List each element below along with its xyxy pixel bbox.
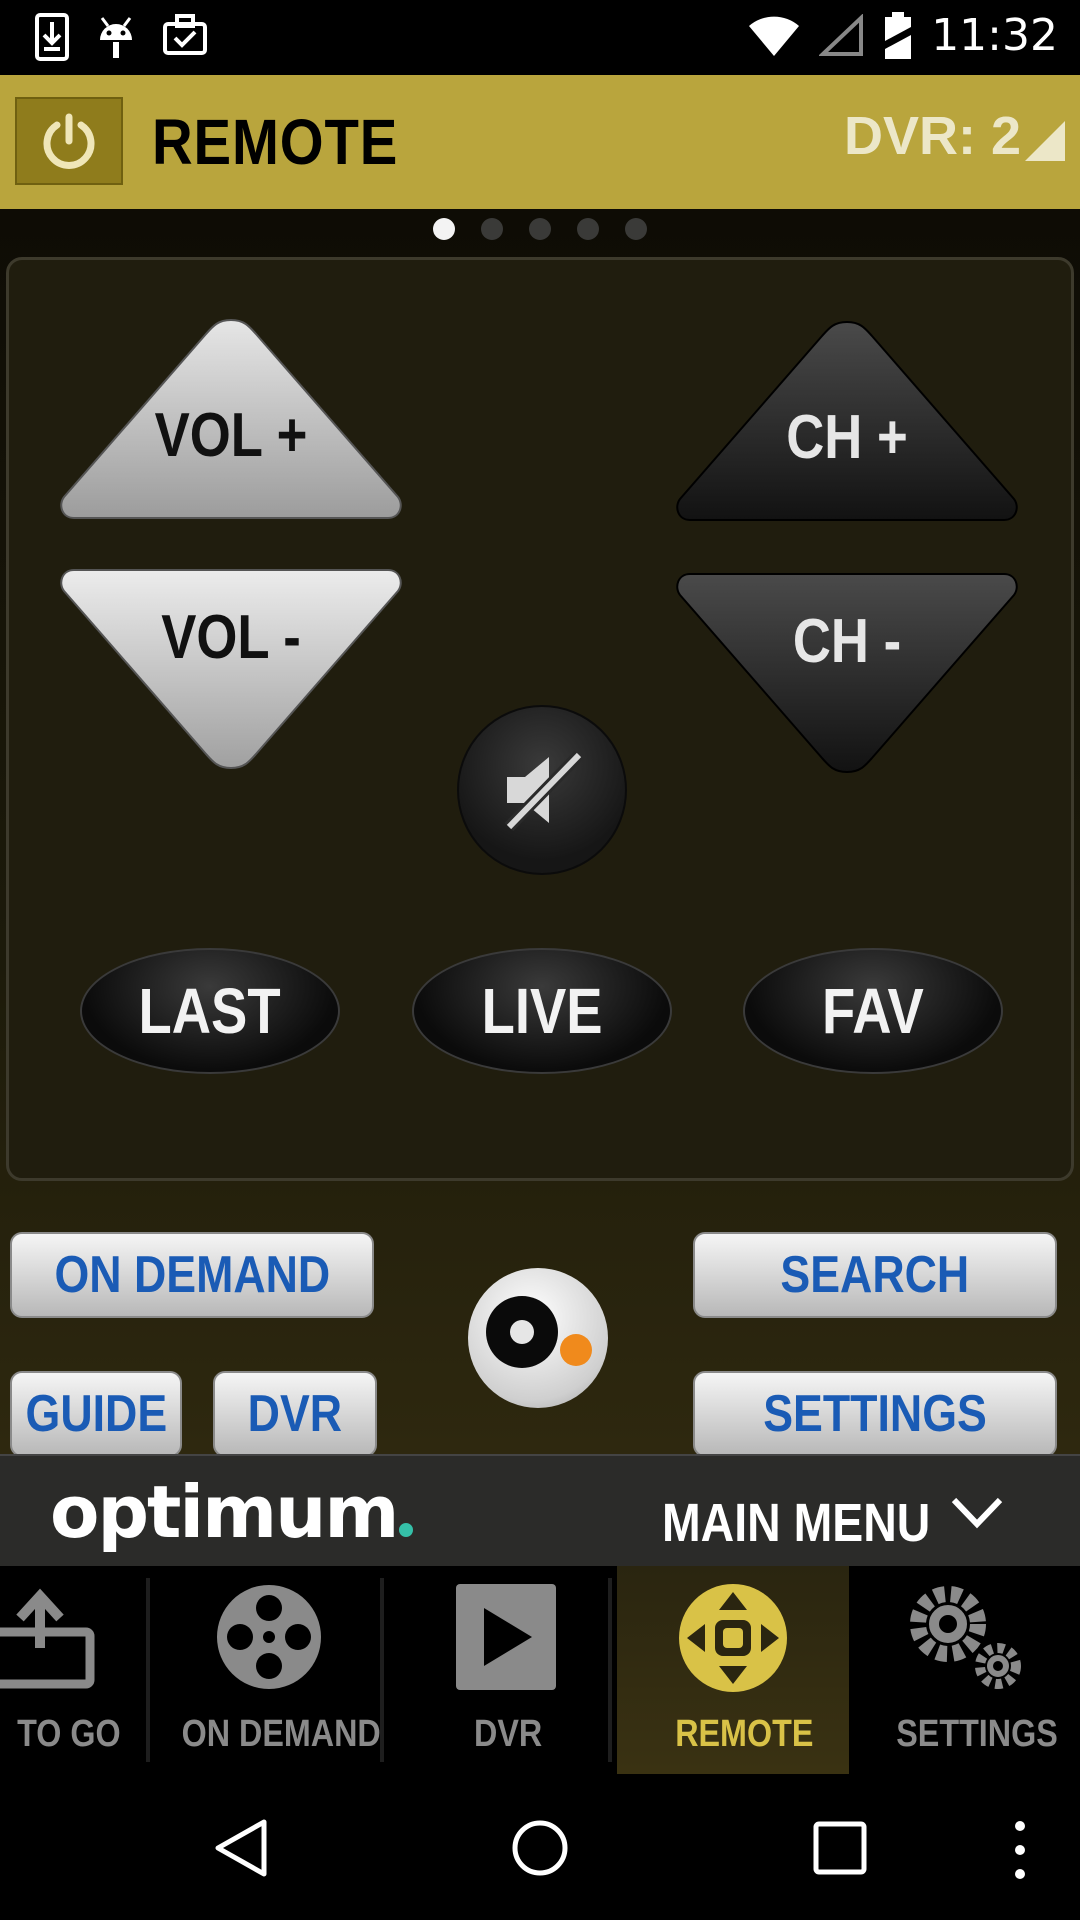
logo-orange-dot	[560, 1334, 592, 1366]
live-label: LIVE	[481, 975, 603, 1047]
dpad-icon	[679, 1584, 787, 1692]
volume-up-label: VOL +	[154, 401, 308, 470]
main-menu-toggle[interactable]: MAIN MENU	[662, 1492, 930, 1554]
channel-up-label: CH +	[786, 403, 908, 472]
page-dot[interactable]	[625, 218, 647, 240]
chevron-down-icon[interactable]	[950, 1492, 1004, 1532]
guide-label: GUIDE	[25, 1385, 167, 1443]
nav-label: DVR	[474, 1713, 543, 1755]
channel-down-label: CH -	[792, 607, 902, 676]
dvr-button[interactable]: DVR	[213, 1371, 377, 1457]
recents-icon[interactable]	[812, 1820, 868, 1876]
clipboard-check-icon	[163, 14, 207, 55]
settings-label: SETTINGS	[763, 1385, 987, 1443]
dropdown-corner-icon	[1025, 121, 1065, 161]
upload-tv-icon	[0, 1588, 95, 1689]
page-dot[interactable]	[529, 218, 551, 240]
last-button[interactable]: LAST	[80, 948, 340, 1074]
gears-icon	[910, 1586, 1021, 1689]
search-label: SEARCH	[780, 1246, 970, 1304]
nav-label: SETTINGS	[896, 1713, 1058, 1755]
system-nav-bar	[0, 1774, 1080, 1920]
nav-label: ON DEMAND	[181, 1713, 381, 1755]
nav-item-dvr[interactable]: DVR	[386, 1566, 608, 1774]
cell-signal-icon	[819, 13, 864, 56]
nav-item-remote[interactable]: REMOTE	[617, 1566, 849, 1774]
page-dot[interactable]	[433, 218, 455, 240]
download-icon	[35, 13, 69, 61]
channel-up-button[interactable]: CH +	[674, 314, 1020, 534]
dvr-selector-label: DVR: 2	[843, 106, 1021, 166]
fav-button[interactable]: FAV	[743, 948, 1003, 1074]
back-icon[interactable]	[212, 1818, 272, 1878]
dvr-label: DVR	[247, 1385, 343, 1443]
brand-dot	[399, 1523, 414, 1537]
nav-label: TO GO	[17, 1713, 121, 1755]
on-demand-button[interactable]: ON DEMAND	[10, 1232, 374, 1318]
dvr-selector[interactable]: DVR: 2	[844, 105, 1065, 167]
battery-icon	[885, 11, 912, 59]
last-label: LAST	[138, 975, 282, 1047]
volume-up-button[interactable]: VOL +	[58, 312, 404, 532]
page-dot[interactable]	[577, 218, 599, 240]
optimum-logo-button[interactable]	[468, 1268, 608, 1408]
logo-eye-icon	[486, 1296, 558, 1368]
nav-item-settings[interactable]: SETTINGS	[852, 1566, 1080, 1774]
live-button[interactable]: LIVE	[412, 948, 672, 1074]
search-button[interactable]: SEARCH	[693, 1232, 1057, 1318]
android-icon	[100, 17, 132, 58]
fav-label: FAV	[822, 975, 924, 1047]
settings-button[interactable]: SETTINGS	[693, 1371, 1057, 1457]
mute-button[interactable]	[457, 705, 627, 875]
home-icon[interactable]	[510, 1818, 570, 1878]
status-bar: 11:32	[0, 0, 1080, 75]
film-reel-icon	[217, 1585, 321, 1689]
speaker-muted-icon	[504, 750, 584, 832]
power-icon	[43, 113, 95, 169]
guide-button[interactable]: GUIDE	[10, 1371, 182, 1457]
play-icon	[456, 1584, 556, 1690]
power-button[interactable]	[15, 97, 123, 185]
volume-down-label: VOL -	[161, 603, 301, 672]
nav-item-to-go[interactable]: TO GO	[0, 1566, 145, 1774]
on-demand-label: ON DEMAND	[54, 1246, 330, 1304]
bottom-nav: TO GO ON DEMAND DVR REMOTE SETTINGS	[0, 1566, 1080, 1774]
nav-label: REMOTE	[675, 1713, 814, 1755]
main-menu-bar: optimum MAIN MENU	[0, 1454, 1080, 1568]
volume-down-button[interactable]: VOL -	[58, 566, 404, 786]
page-title: REMOTE	[152, 106, 399, 178]
page-indicator	[0, 218, 1080, 240]
wifi-icon	[749, 16, 800, 56]
more-options-icon[interactable]	[1010, 1818, 1030, 1882]
channel-down-button[interactable]: CH -	[674, 570, 1020, 790]
brand-logo: optimum	[50, 1470, 414, 1554]
page-dot[interactable]	[481, 218, 503, 240]
status-time: 11:32	[931, 10, 1058, 61]
app-header: REMOTE DVR: 2	[0, 75, 1080, 209]
nav-item-on-demand[interactable]: ON DEMAND	[152, 1566, 381, 1774]
